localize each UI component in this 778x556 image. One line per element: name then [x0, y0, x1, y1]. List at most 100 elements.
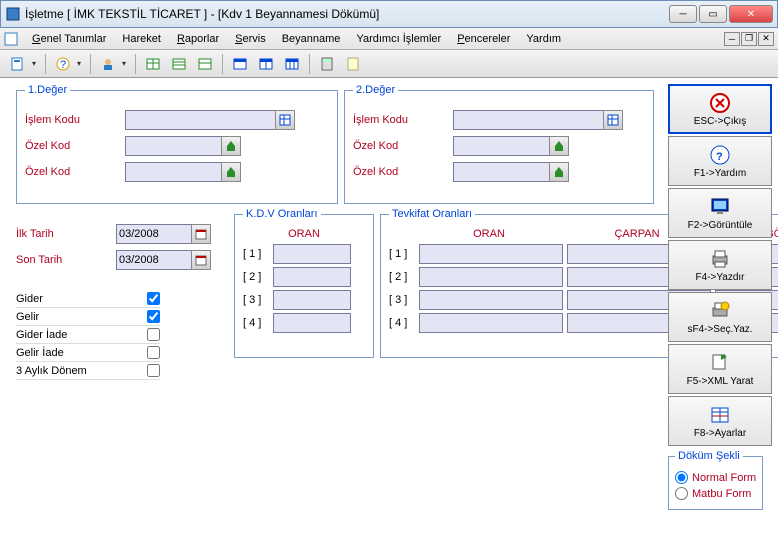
f2-goruntule-button[interactable]: F2->Görüntüle: [668, 188, 772, 238]
tev-hdr-oran: ORAN: [415, 228, 563, 240]
maximize-button[interactable]: ▭: [699, 5, 727, 23]
menu-yardimci-islemler[interactable]: Yardımcı İşlemler: [348, 31, 449, 47]
tev-oran-4[interactable]: [419, 313, 563, 333]
toolbar: ▾ ? ▾ ▾: [0, 50, 778, 78]
tool-table-2[interactable]: [254, 53, 278, 75]
kdv-legend: K.D.V Oranları: [243, 208, 321, 220]
tool-table-3[interactable]: [280, 53, 304, 75]
chk-3aylik[interactable]: [147, 364, 160, 377]
f8-ayarlar-button[interactable]: F8->Ayarlar: [668, 396, 772, 446]
tool-notes[interactable]: [341, 53, 365, 75]
f4-yazdir-button[interactable]: F4->Yazdır: [668, 240, 772, 290]
close-button[interactable]: ✕: [729, 5, 773, 23]
islem-kodu-2-label: İşlem Kodu: [353, 114, 453, 126]
radio-normal-form[interactable]: [675, 471, 688, 484]
group-2-deger: 2.Değer İşlem Kodu Özel Kod Özel Kod: [344, 84, 654, 204]
islem-kodu-2-lookup[interactable]: [603, 110, 623, 130]
mdi-minimize-button[interactable]: ─: [724, 32, 740, 46]
minimize-button[interactable]: ─: [669, 5, 697, 23]
tool-1[interactable]: [6, 53, 30, 75]
tev-oran-2[interactable]: [419, 267, 563, 287]
tool-table-1[interactable]: [228, 53, 252, 75]
kdv-idx-3: [ 3 ]: [243, 294, 269, 306]
tool-calc[interactable]: [315, 53, 339, 75]
radio-matbu-form[interactable]: [675, 487, 688, 500]
app-icon: [5, 6, 21, 22]
ozel-kod-1b-label: Özel Kod: [25, 166, 125, 178]
tool-grid-2[interactable]: [167, 53, 191, 75]
menu-servis[interactable]: Servis: [227, 31, 274, 47]
esc-cikis-button[interactable]: ESC->Çıkış: [668, 84, 772, 134]
svg-text:?: ?: [60, 59, 66, 71]
tool-help[interactable]: ?: [51, 53, 75, 75]
son-tarih-label: Son Tarih: [16, 254, 116, 266]
help-icon: ?: [708, 143, 732, 167]
mdi-icon: [4, 32, 18, 46]
dokum-legend: Döküm Şekli: [675, 450, 743, 462]
mdi-close-button[interactable]: ✕: [758, 32, 774, 46]
islem-kodu-1-input[interactable]: [125, 110, 275, 130]
chk-3aylik-label: 3 Aylık Dönem: [16, 365, 87, 377]
tev-legend: Tevkifat Oranları: [389, 208, 475, 220]
ozel-kod-2a-input[interactable]: [453, 136, 549, 156]
tev-idx-2: [ 2 ]: [389, 271, 415, 283]
tool-user-drop[interactable]: ▾: [122, 59, 130, 68]
menu-hareket[interactable]: Hareket: [114, 31, 169, 47]
ozel-kod-2b-label: Özel Kod: [353, 166, 453, 178]
printer-sel-icon: [708, 299, 732, 323]
radio-normal-label: Normal Form: [692, 472, 756, 484]
ozel-kod-1a-input[interactable]: [125, 136, 221, 156]
kdv-idx-2: [ 2 ]: [243, 271, 269, 283]
kdv-oran-4[interactable]: [273, 313, 351, 333]
menu-beyanname[interactable]: Beyanname: [274, 31, 349, 47]
ozel-kod-1b-lookup[interactable]: [221, 162, 241, 182]
kdv-oran-3[interactable]: [273, 290, 351, 310]
tool-help-drop[interactable]: ▾: [77, 59, 85, 68]
tool-grid-3[interactable]: [193, 53, 217, 75]
ozel-kod-2b-input[interactable]: [453, 162, 549, 182]
sf4-sec-yaz-button[interactable]: sF4->Seç.Yaz.: [668, 292, 772, 342]
ozel-kod-2b-lookup[interactable]: [549, 162, 569, 182]
ozel-kod-2a-lookup[interactable]: [549, 136, 569, 156]
tool-1-drop[interactable]: ▾: [32, 59, 40, 68]
menu-pencereler[interactable]: Pencereler: [449, 31, 518, 47]
islem-kodu-1-lookup[interactable]: [275, 110, 295, 130]
close-red-icon: [708, 91, 732, 115]
son-tarih-picker[interactable]: [191, 250, 211, 270]
mdi-restore-button[interactable]: ❐: [741, 32, 757, 46]
chk-gider-iade-label: Gider İade: [16, 329, 67, 341]
chk-gider[interactable]: [147, 292, 160, 305]
tev-idx-4: [ 4 ]: [389, 317, 415, 329]
kdv-idx-4: [ 4 ]: [243, 317, 269, 329]
group-1-deger: 1.Değer İşlem Kodu Özel Kod Özel Kod: [16, 84, 338, 204]
tool-grid-1[interactable]: [141, 53, 165, 75]
ilk-tarih-input[interactable]: [116, 224, 192, 244]
son-tarih-input[interactable]: [116, 250, 192, 270]
tool-user[interactable]: [96, 53, 120, 75]
f5-xml-button[interactable]: F5->XML Yarat: [668, 344, 772, 394]
chk-gider-iade[interactable]: [147, 328, 160, 341]
screen-icon: [708, 195, 732, 219]
f1-yardim-button[interactable]: ? F1->Yardım: [668, 136, 772, 186]
ozel-kod-1a-lookup[interactable]: [221, 136, 241, 156]
kdv-oran-1[interactable]: [273, 244, 351, 264]
kdv-oran-2[interactable]: [273, 267, 351, 287]
islem-kodu-2-input[interactable]: [453, 110, 603, 130]
ozel-kod-1b-input[interactable]: [125, 162, 221, 182]
left-column: İlk Tarih Son Tarih Gider Gelir Gider İa…: [16, 224, 226, 380]
chk-gelir-iade[interactable]: [147, 346, 160, 359]
chk-gelir[interactable]: [147, 310, 160, 323]
svg-text:?: ?: [716, 151, 723, 163]
tev-oran-3[interactable]: [419, 290, 563, 310]
menu-yardim[interactable]: Yardım: [518, 31, 569, 47]
ilk-tarih-picker[interactable]: [191, 224, 211, 244]
tev-idx-3: [ 3 ]: [389, 294, 415, 306]
chk-gider-label: Gider: [16, 293, 43, 305]
group-1-legend: 1.Değer: [25, 84, 70, 96]
menu-raporlar[interactable]: Raporlar: [169, 31, 227, 47]
printer-icon: [708, 247, 732, 271]
group-2-legend: 2.Değer: [353, 84, 398, 96]
islem-kodu-1-label: İşlem Kodu: [25, 114, 125, 126]
tev-oran-1[interactable]: [419, 244, 563, 264]
menu-genel-tanimlar[interactable]: Genel Tanımlar: [24, 31, 114, 47]
